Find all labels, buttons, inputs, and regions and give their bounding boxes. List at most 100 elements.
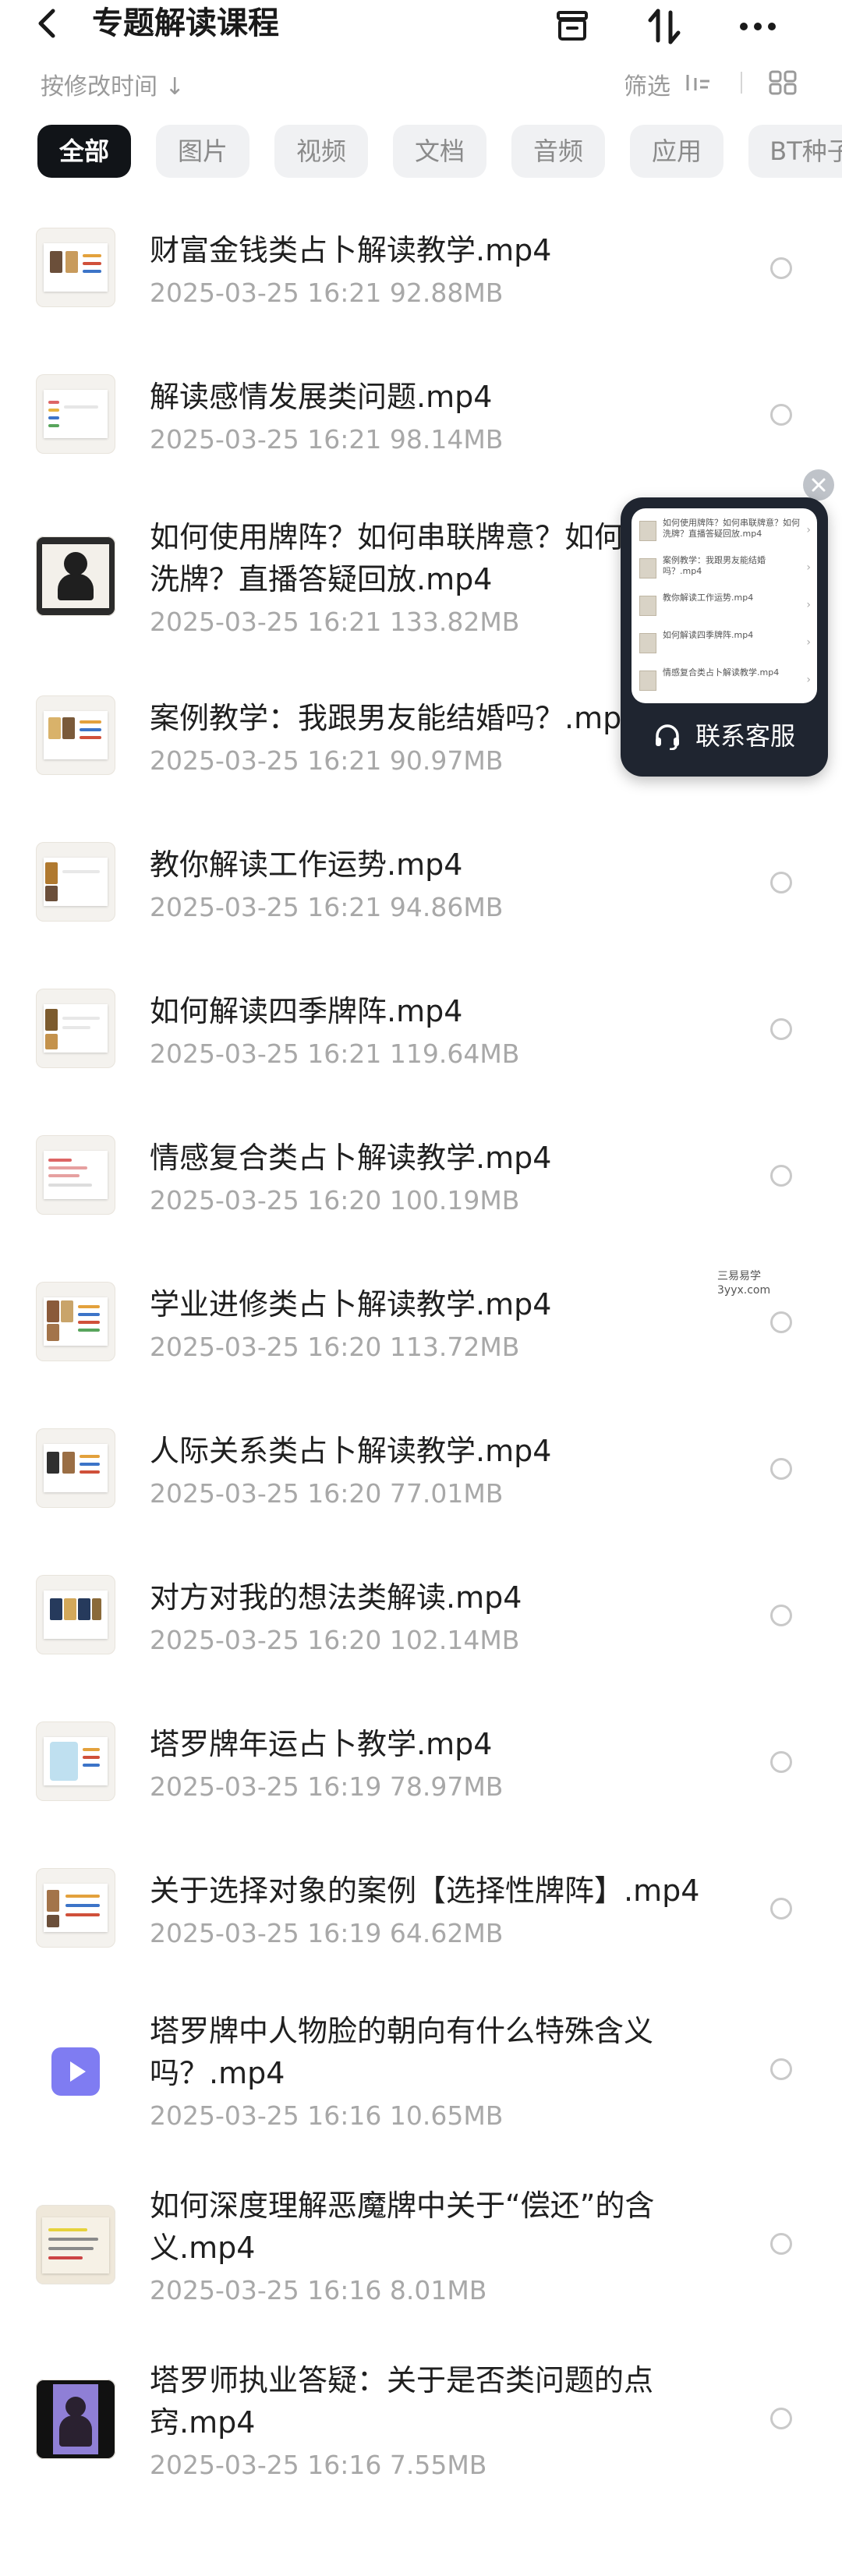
more-dots-icon <box>740 23 776 30</box>
file-name-line-1: 塔罗师执业答疑：关于是否类问题的点 <box>150 2363 654 2397</box>
file-row[interactable]: 如何解读四季牌阵.mp4 2025-03-25 16:21 119.64MB <box>0 956 842 1102</box>
chevron-left-icon <box>38 9 55 38</box>
file-name-line-2: 吗？.mp4 <box>150 2056 285 2090</box>
preview-item: 案例教学：我跟男友能结婚吗？.mp4 › <box>639 552 811 589</box>
chip-apps[interactable]: 应用 <box>630 125 723 178</box>
file-meta: 2025-03-25 16:21 133.82MB <box>150 607 520 637</box>
preview-item: 教你解读工作运势.mp4 › <box>639 589 811 627</box>
video-thumbnail <box>36 1575 115 1654</box>
file-row[interactable]: 关于选择对象的案例【选择性牌阵】.mp4 2025-03-25 16:19 64… <box>0 1835 842 1982</box>
customer-service-widget[interactable]: 如何使用牌阵？如何串联牌意？如何洗牌？直播答疑回放.mp4 › 案例教学：我跟男… <box>621 497 828 777</box>
file-meta: 2025-03-25 16:19 78.97MB <box>150 1771 504 1802</box>
back-button[interactable] <box>31 0 69 47</box>
more-button[interactable] <box>736 5 780 48</box>
close-icon <box>812 478 826 492</box>
file-row[interactable]: 塔罗师执业答疑：关于是否类问题的点 窍.mp4 2025-03-25 16:16… <box>0 2331 842 2506</box>
chip-all[interactable]: 全部 <box>37 125 131 178</box>
widget-preview-card: 如何使用牌阵？如何串联牌意？如何洗牌？直播答疑回放.mp4 › 案例教学：我跟男… <box>632 508 817 703</box>
float-close-button[interactable] <box>803 469 834 501</box>
select-radio[interactable] <box>770 2408 792 2429</box>
file-meta: 2025-03-25 16:20 77.01MB <box>150 1478 504 1509</box>
file-row[interactable]: 情感复合类占卜解读教学.mp4 2025-03-25 16:20 100.19M… <box>0 1102 842 1249</box>
file-name-line-1: 塔罗牌中人物脸的朝向有什么特殊含义 <box>150 2014 654 2048</box>
file-name: 关于选择对象的案例【选择性牌阵】.mp4 <box>150 1874 700 1908</box>
divider <box>741 72 742 94</box>
select-radio[interactable] <box>770 1898 792 1920</box>
chip-videos[interactable]: 视频 <box>274 125 368 178</box>
file-name: 财富金钱类占卜解读教学.mp4 <box>150 233 552 267</box>
chip-documents[interactable]: 文档 <box>393 125 486 178</box>
file-row[interactable]: 解读感情发展类问题.mp4 2025-03-25 16:21 98.14MB <box>0 341 842 488</box>
chip-images[interactable]: 图片 <box>156 125 249 178</box>
video-thumbnail <box>36 2380 115 2459</box>
preview-item: 情感复合类占卜解读教学.mp4 › <box>639 664 811 702</box>
file-name: 塔罗牌年运占卜教学.mp4 <box>150 1727 493 1761</box>
select-radio[interactable] <box>770 404 792 426</box>
file-row[interactable]: 对方对我的想法类解读.mp4 2025-03-25 16:20 102.14MB <box>0 1542 842 1689</box>
select-radio[interactable] <box>770 257 792 279</box>
preview-item-text: 情感复合类占卜解读教学.mp4 <box>663 667 780 678</box>
video-thumbnail <box>36 695 115 775</box>
filter-button[interactable]: 筛选 <box>624 67 670 101</box>
video-thumbnail <box>36 228 115 307</box>
file-name-line-2: 窍.mp4 <box>150 2405 256 2440</box>
file-meta: 2025-03-25 16:16 10.65MB <box>150 2100 504 2131</box>
video-thumbnail <box>36 374 115 454</box>
file-row[interactable]: 如何深度理解恶魔牌中关于“偿还”的含 义.mp4 2025-03-25 16:1… <box>0 2157 842 2331</box>
chip-bt-torrent[interactable]: BT种子 <box>748 125 842 178</box>
file-row[interactable]: 人际关系类占卜解读教学.mp4 2025-03-25 16:20 77.01MB <box>0 1396 842 1542</box>
preview-item: 如何使用牌阵？如何串联牌意？如何洗牌？直播答疑回放.mp4 › <box>639 515 811 552</box>
sort-by-modified-button[interactable]: 按修改时间 ↓ <box>41 67 185 101</box>
file-name: 人际关系类占卜解读教学.mp4 <box>150 1434 552 1468</box>
select-radio[interactable] <box>770 872 792 893</box>
file-name: 解读感情发展类问题.mp4 <box>150 380 493 414</box>
file-name: 如何解读四季牌阵.mp4 <box>150 994 463 1028</box>
file-meta: 2025-03-25 16:21 98.14MB <box>150 424 504 455</box>
page-title: 专题解读课程 <box>92 5 279 41</box>
video-thumbnail <box>36 1428 115 1508</box>
select-radio[interactable] <box>770 1018 792 1040</box>
video-thumbnail <box>36 1868 115 1948</box>
select-radio[interactable] <box>770 1458 792 1480</box>
preview-item: 如何解读四季牌阵.mp4 › <box>639 627 811 664</box>
preview-item-text: 如何使用牌阵？如何串联牌意？如何洗牌？直播答疑回放.mp4 <box>663 518 800 539</box>
file-row[interactable]: 财富金钱类占卜解读教学.mp4 2025-03-25 16:21 92.88MB <box>0 195 842 341</box>
archive-icon <box>557 11 588 41</box>
top-bar: 专题解读课程 <box>0 0 842 55</box>
category-chips: 全部 图片 视频 文档 音频 应用 BT种子 <box>0 125 842 182</box>
preview-item-text: 教你解读工作运势.mp4 <box>663 593 754 603</box>
select-radio[interactable] <box>770 1311 792 1333</box>
sort-filter-row: 按修改时间 ↓ 筛选 <box>0 61 842 104</box>
file-row[interactable]: 学业进修类占卜解读教学.mp4 2025-03-25 16:20 113.72M… <box>0 1249 842 1396</box>
file-name-line-1: 如何使用牌阵？如何串联牌意？如何 <box>150 520 624 554</box>
watermark: 三易易学 3yyx.com <box>717 1269 780 1297</box>
file-row[interactable]: 教你解读工作运势.mp4 2025-03-25 16:21 94.86MB <box>0 809 842 956</box>
video-thumbnail <box>36 536 115 616</box>
video-thumbnail <box>36 1282 115 1361</box>
select-radio[interactable] <box>770 1605 792 1626</box>
file-name-line-2: 义.mp4 <box>150 2231 256 2265</box>
file-name: 案例教学：我跟男友能结婚吗？.mp4 <box>150 701 641 735</box>
chip-audio[interactable]: 音频 <box>511 125 605 178</box>
archive-button[interactable] <box>550 5 594 48</box>
file-row[interactable]: 塔罗牌年运占卜教学.mp4 2025-03-25 16:19 78.97MB <box>0 1689 842 1835</box>
file-meta: 2025-03-25 16:16 8.01MB <box>150 2275 487 2305</box>
select-radio[interactable] <box>770 2233 792 2255</box>
select-radio[interactable] <box>770 1165 792 1187</box>
select-radio[interactable] <box>770 1751 792 1773</box>
video-file-icon <box>51 2047 100 2096</box>
preview-item-text: 如何解读四季牌阵.mp4 <box>663 630 754 640</box>
file-meta: 2025-03-25 16:16 7.55MB <box>150 2450 487 2480</box>
video-thumbnail <box>36 1721 115 1801</box>
file-meta: 2025-03-25 16:21 119.64MB <box>150 1039 520 1069</box>
filter-icon[interactable] <box>685 70 713 95</box>
file-name: 学业进修类占卜解读教学.mp4 <box>150 1287 552 1322</box>
grid-view-icon[interactable] <box>767 69 798 97</box>
preview-item-text: 案例教学：我跟男友能结婚吗？.mp4 <box>663 555 766 576</box>
video-thumbnail <box>36 842 115 922</box>
file-row[interactable]: 塔罗牌中人物脸的朝向有什么特殊含义 吗？.mp4 2025-03-25 16:1… <box>0 1982 842 2157</box>
file-meta: 2025-03-25 16:20 102.14MB <box>150 1625 520 1655</box>
select-radio[interactable] <box>770 2058 792 2080</box>
file-meta: 2025-03-25 16:20 113.72MB <box>150 1332 520 1362</box>
sort-order-button[interactable] <box>642 5 686 48</box>
